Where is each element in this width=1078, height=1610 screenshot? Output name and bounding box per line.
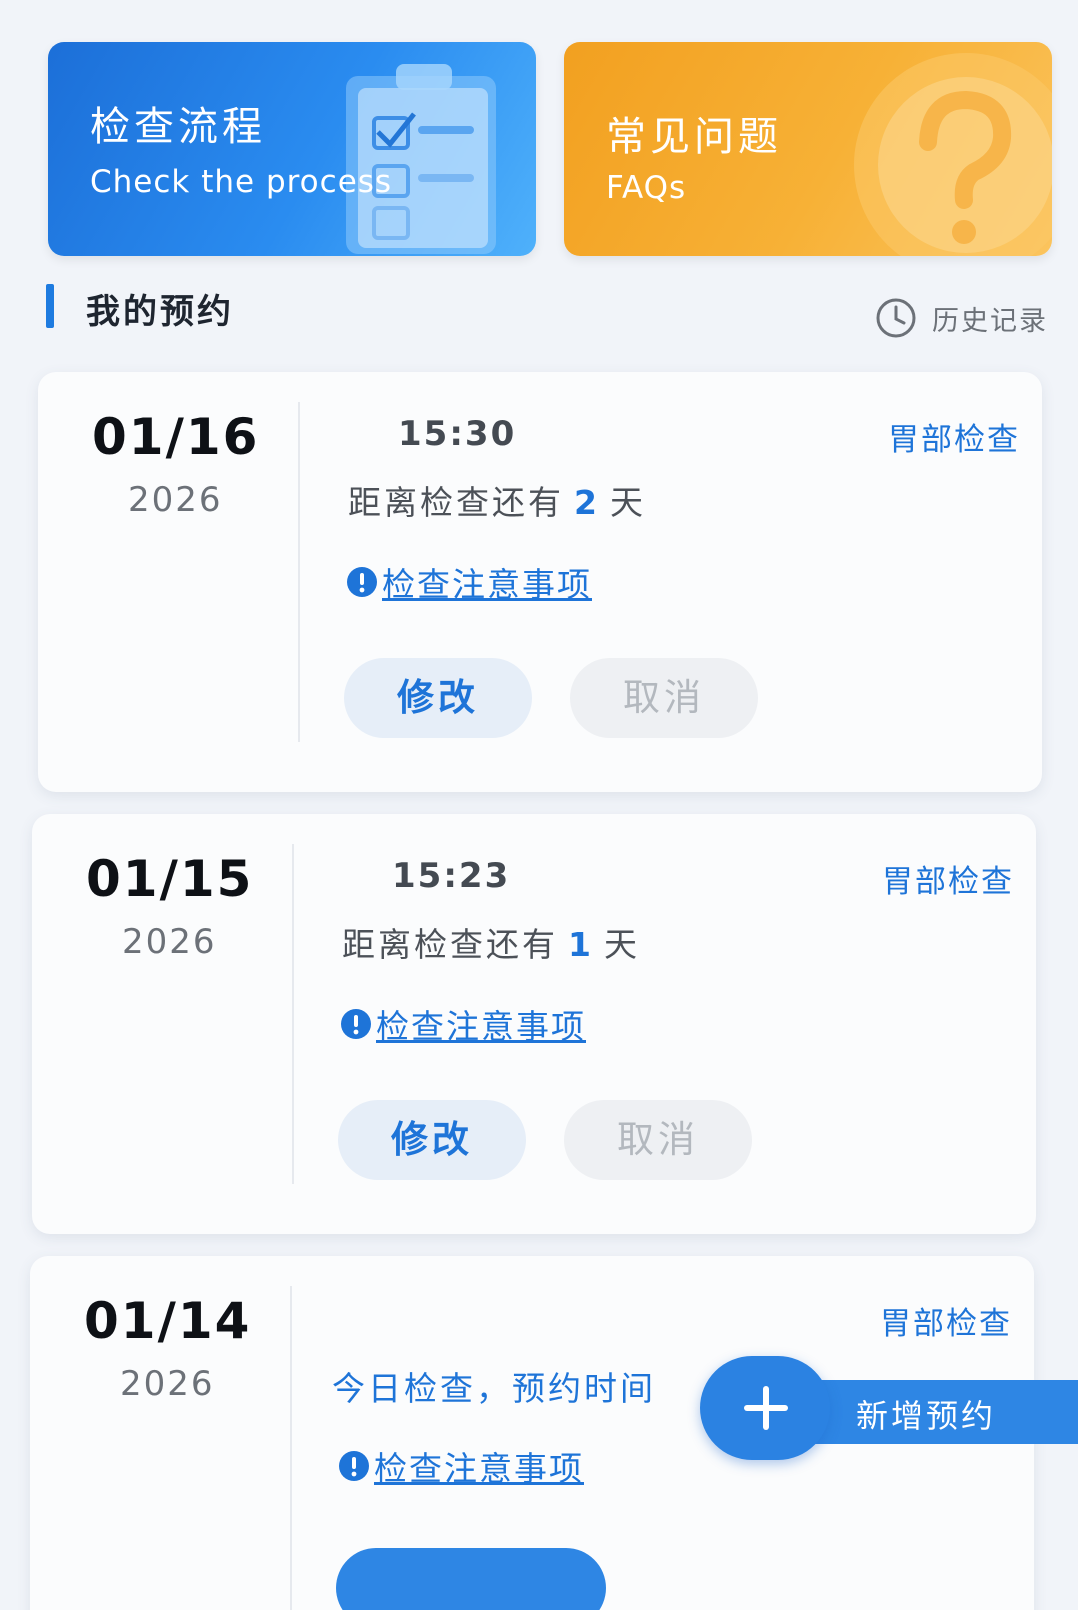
clipboard-icon bbox=[346, 64, 496, 254]
appointment-card: 01/15 2026 15:23 胃部检查 距离检查还有 1 天 检查注意事项 修改… bbox=[32, 814, 1036, 1234]
exam-type: 胃部检查 bbox=[880, 1306, 1012, 1342]
countdown-suffix: 天 bbox=[609, 483, 646, 522]
countdown-prefix: 距离检查还有 bbox=[342, 925, 558, 964]
exam-notice-link[interactable]: 检查注意事项 bbox=[338, 1442, 584, 1490]
cancel-button[interactable]: 取消 bbox=[564, 1100, 752, 1180]
countdown-days: 1 bbox=[568, 925, 594, 964]
appointment-time: 15:30 bbox=[398, 414, 517, 454]
clock-icon bbox=[876, 298, 916, 338]
appointment-year: 2026 bbox=[122, 922, 217, 962]
banner-subtitle: FAQs bbox=[606, 170, 687, 206]
edit-button[interactable]: 修改 bbox=[338, 1100, 526, 1180]
question-mark-icon bbox=[854, 53, 1052, 256]
history-link[interactable]: 历史记录 bbox=[874, 296, 1048, 340]
notice-link-text[interactable]: 检查注意事项 bbox=[376, 1000, 586, 1048]
appointment-date: 01/16 bbox=[92, 408, 260, 466]
plus-icon bbox=[744, 1386, 788, 1430]
primary-action-button[interactable] bbox=[336, 1548, 606, 1610]
countdown-text: 距离检查还有 1 天 bbox=[342, 918, 640, 966]
appointment-card: 01/16 2026 15:30 胃部检查 距离检查还有 2 天 检查注意事项 修改… bbox=[38, 372, 1042, 792]
countdown-days: 2 bbox=[574, 483, 600, 522]
exam-type: 胃部检查 bbox=[888, 422, 1020, 458]
add-appointment-fab[interactable]: 新增预约 bbox=[700, 1356, 1078, 1460]
today-exam-text: 今日检查，预约时间 bbox=[332, 1369, 656, 1408]
fab-label: 新增预约 bbox=[856, 1397, 997, 1435]
notice-link-text[interactable]: 检查注意事项 bbox=[382, 558, 592, 606]
banner-title: 常见问题 bbox=[606, 114, 782, 160]
appointment-date: 01/14 bbox=[84, 1292, 252, 1350]
appointment-year: 2026 bbox=[120, 1364, 215, 1404]
check-process-banner[interactable]: 检查流程 Check the process bbox=[48, 42, 536, 256]
appointments-page: 检查流程 Check the process 常见问题 FAQs 我的预约 历史… bbox=[0, 0, 1078, 1610]
cancel-button[interactable]: 取消 bbox=[570, 658, 758, 738]
exclamation-icon bbox=[339, 1451, 369, 1481]
section-title: 我的预约 bbox=[86, 292, 234, 332]
card-divider bbox=[298, 402, 300, 742]
countdown-suffix: 天 bbox=[603, 925, 640, 964]
banner-title: 检查流程 bbox=[90, 104, 266, 150]
history-label: 历史记录 bbox=[932, 305, 1048, 337]
countdown-prefix: 距离检查还有 bbox=[348, 483, 564, 522]
exam-type: 胃部检查 bbox=[882, 864, 1014, 900]
exam-notice-link[interactable]: 检查注意事项 bbox=[346, 558, 592, 606]
section-accent-bar bbox=[46, 284, 54, 328]
exam-notice-link[interactable]: 检查注意事项 bbox=[340, 1000, 586, 1048]
card-divider bbox=[290, 1286, 292, 1610]
appointment-time: 15:23 bbox=[392, 856, 511, 896]
countdown-text: 距离检查还有 2 天 bbox=[348, 476, 646, 524]
notice-link-text[interactable]: 检查注意事项 bbox=[374, 1442, 584, 1490]
appointment-date: 01/15 bbox=[86, 850, 254, 908]
exclamation-icon bbox=[341, 1009, 371, 1039]
appointment-year: 2026 bbox=[128, 480, 223, 520]
exclamation-icon bbox=[347, 567, 377, 597]
fab-circle[interactable] bbox=[700, 1356, 830, 1460]
banner-subtitle: Check the process bbox=[90, 164, 393, 200]
edit-button[interactable]: 修改 bbox=[344, 658, 532, 738]
card-divider bbox=[292, 844, 294, 1184]
faq-banner[interactable]: 常见问题 FAQs bbox=[564, 42, 1052, 256]
